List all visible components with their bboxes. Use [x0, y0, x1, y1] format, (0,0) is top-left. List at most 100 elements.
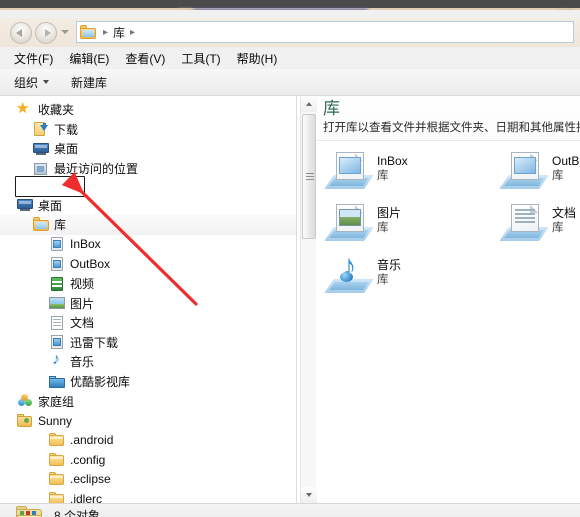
- tree-label: 视频: [70, 277, 95, 292]
- recent-places-icon: [33, 161, 49, 177]
- folder-icon: [49, 491, 65, 503]
- explorer-window: ▸ 库 ▸ 文件(F) 编辑(E) 查看(V) 工具(T) 帮助(H) 组织 新…: [0, 10, 580, 517]
- tree-label: 收藏夹: [38, 103, 75, 118]
- tree-item-library[interactable]: 库: [0, 214, 296, 235]
- video-library-icon: [49, 276, 65, 292]
- tree-item-outbox[interactable]: OutBox: [0, 254, 296, 274]
- menu-view[interactable]: 查看(V): [125, 50, 165, 67]
- item-count-label: 8 个对象: [54, 509, 101, 517]
- tree-label: .idlerc: [70, 492, 103, 503]
- page-subtitle: 打开库以查看文件并根据文件夹、日期和其他属性排列这些文件。: [323, 122, 580, 134]
- tree-label: 桌面: [54, 142, 79, 157]
- tree-item-android[interactable]: .android: [0, 431, 296, 451]
- music-library-big-icon: [324, 252, 374, 298]
- tree-label: .eclipse: [70, 472, 111, 487]
- menu-tools[interactable]: 工具(T): [181, 50, 220, 67]
- library-icon: [80, 25, 96, 39]
- library-item-name: 音乐: [377, 258, 402, 272]
- menu-file[interactable]: 文件(F): [14, 50, 53, 67]
- library-item-music[interactable]: 音乐 库: [324, 252, 502, 304]
- library-item-inbox[interactable]: InBox 库: [324, 148, 502, 200]
- desktop-icon: [33, 141, 49, 157]
- tree-label: OutBox: [70, 256, 111, 271]
- tree-item-sunny[interactable]: Sunny: [0, 411, 296, 431]
- main-content-pane[interactable]: 库 打开库以查看文件并根据文件夹、日期和其他属性排列这些文件。 InBox 库: [317, 96, 580, 503]
- command-toolbar: 组织 新建库: [0, 69, 580, 96]
- recent-pages-chevron-down-icon[interactable]: [61, 30, 69, 34]
- tree-item-youku[interactable]: 优酷影视库: [0, 372, 296, 392]
- tree-item-eclipse[interactable]: .eclipse: [0, 470, 296, 490]
- back-button[interactable]: [10, 22, 32, 44]
- tree-item-inbox[interactable]: InBox: [0, 235, 296, 255]
- scroll-down-button[interactable]: [301, 487, 317, 503]
- tree-label: 家庭组: [38, 394, 75, 409]
- tree-item-idlerc[interactable]: .idlerc: [0, 489, 296, 503]
- navpane-scrollbar[interactable]: [300, 96, 317, 503]
- menu-help[interactable]: 帮助(H): [237, 50, 278, 67]
- tree-item-music[interactable]: 音乐: [0, 351, 296, 372]
- address-breadcrumb-bar[interactable]: ▸ 库 ▸: [76, 21, 574, 43]
- tree-item-desktop-root[interactable]: 桌面: [0, 195, 296, 215]
- tree-item-downloads[interactable]: 下载: [0, 120, 296, 140]
- tree-item-homegroup[interactable]: 家庭组: [0, 391, 296, 411]
- chevron-down-icon: [43, 80, 50, 84]
- scroll-up-button[interactable]: [301, 96, 317, 112]
- scrollbar-thumb[interactable]: [302, 114, 316, 239]
- tree-item-config[interactable]: .config: [0, 450, 296, 470]
- tree-item-pictures[interactable]: 图片: [0, 293, 296, 313]
- tree-item-favorites[interactable]: 收藏夹: [0, 99, 296, 120]
- tree-label: .android: [70, 433, 114, 448]
- library-header: 库 打开库以查看文件并根据文件夹、日期和其他属性排列这些文件。: [317, 96, 580, 141]
- tree-item-thunder-download[interactable]: 迅雷下载: [0, 333, 296, 353]
- browser-titlebar: [0, 0, 580, 8]
- library-item-name: InBox: [377, 154, 408, 168]
- menu-edit[interactable]: 编辑(E): [69, 50, 109, 67]
- star-icon: [16, 99, 33, 118]
- library-item-pictures[interactable]: 图片 库: [324, 200, 502, 252]
- homegroup-icon: [17, 393, 33, 409]
- breadcrumb-separator-icon[interactable]: ▸: [100, 27, 111, 38]
- tree-label: Sunny: [38, 413, 73, 428]
- tree-label: 图片: [70, 296, 95, 311]
- forward-button[interactable]: [35, 22, 57, 44]
- library-item-kind: 库: [552, 222, 564, 234]
- navigation-buttons: [8, 21, 72, 45]
- youku-library-icon: [49, 374, 65, 390]
- organize-button[interactable]: 组织: [14, 74, 50, 91]
- library-item-kind: 库: [552, 170, 564, 182]
- content-area: 收藏夹 下载 桌面: [0, 96, 580, 503]
- menu-bar: 文件(F) 编辑(E) 查看(V) 工具(T) 帮助(H): [0, 47, 580, 69]
- back-arrow-icon: [16, 29, 22, 37]
- tree-item-desktop-fav[interactable]: 桌面: [0, 139, 296, 159]
- library-item-kind: 库: [377, 222, 389, 234]
- breadcrumb-separator-trailing-icon[interactable]: ▸: [127, 27, 138, 38]
- library-item-outbox[interactable]: OutBox 库: [499, 148, 580, 200]
- music-library-icon: [49, 351, 65, 370]
- tree-item-videos[interactable]: 视频: [0, 274, 296, 294]
- page-title: 库: [323, 99, 340, 119]
- library-item-documents[interactable]: 文档 库: [499, 200, 580, 252]
- library-item-kind: 库: [377, 170, 389, 182]
- tree-label: 优酷影视库: [70, 375, 131, 390]
- navigation-pane[interactable]: 收藏夹 下载 桌面: [0, 96, 297, 503]
- tree-label: 下载: [54, 122, 79, 137]
- tree-label: InBox: [70, 237, 101, 252]
- library-item-kind: 库: [377, 274, 389, 286]
- tree-label: 迅雷下载: [70, 335, 119, 350]
- library-folder-icon: [33, 216, 49, 233]
- tree-label: .config: [70, 452, 106, 467]
- tree-item-recent-places[interactable]: 最近访问的位置: [0, 159, 296, 179]
- new-library-button[interactable]: 新建库: [71, 74, 107, 91]
- outbox-library-icon: [49, 256, 65, 272]
- library-item-name: 文档: [552, 206, 577, 220]
- outbox-library-big-icon: [499, 148, 549, 194]
- address-bar-row: ▸ 库 ▸: [0, 18, 580, 47]
- folder-icon: [16, 505, 44, 517]
- tree-item-documents[interactable]: 文档: [0, 313, 296, 333]
- folder-icon: [49, 432, 65, 448]
- breadcrumb-item-library[interactable]: 库: [111, 24, 127, 41]
- tree-label: 最近访问的位置: [54, 162, 139, 177]
- library-item-name: OutBox: [552, 154, 580, 168]
- inbox-library-icon: [49, 236, 65, 252]
- inbox-library-big-icon: [324, 148, 374, 194]
